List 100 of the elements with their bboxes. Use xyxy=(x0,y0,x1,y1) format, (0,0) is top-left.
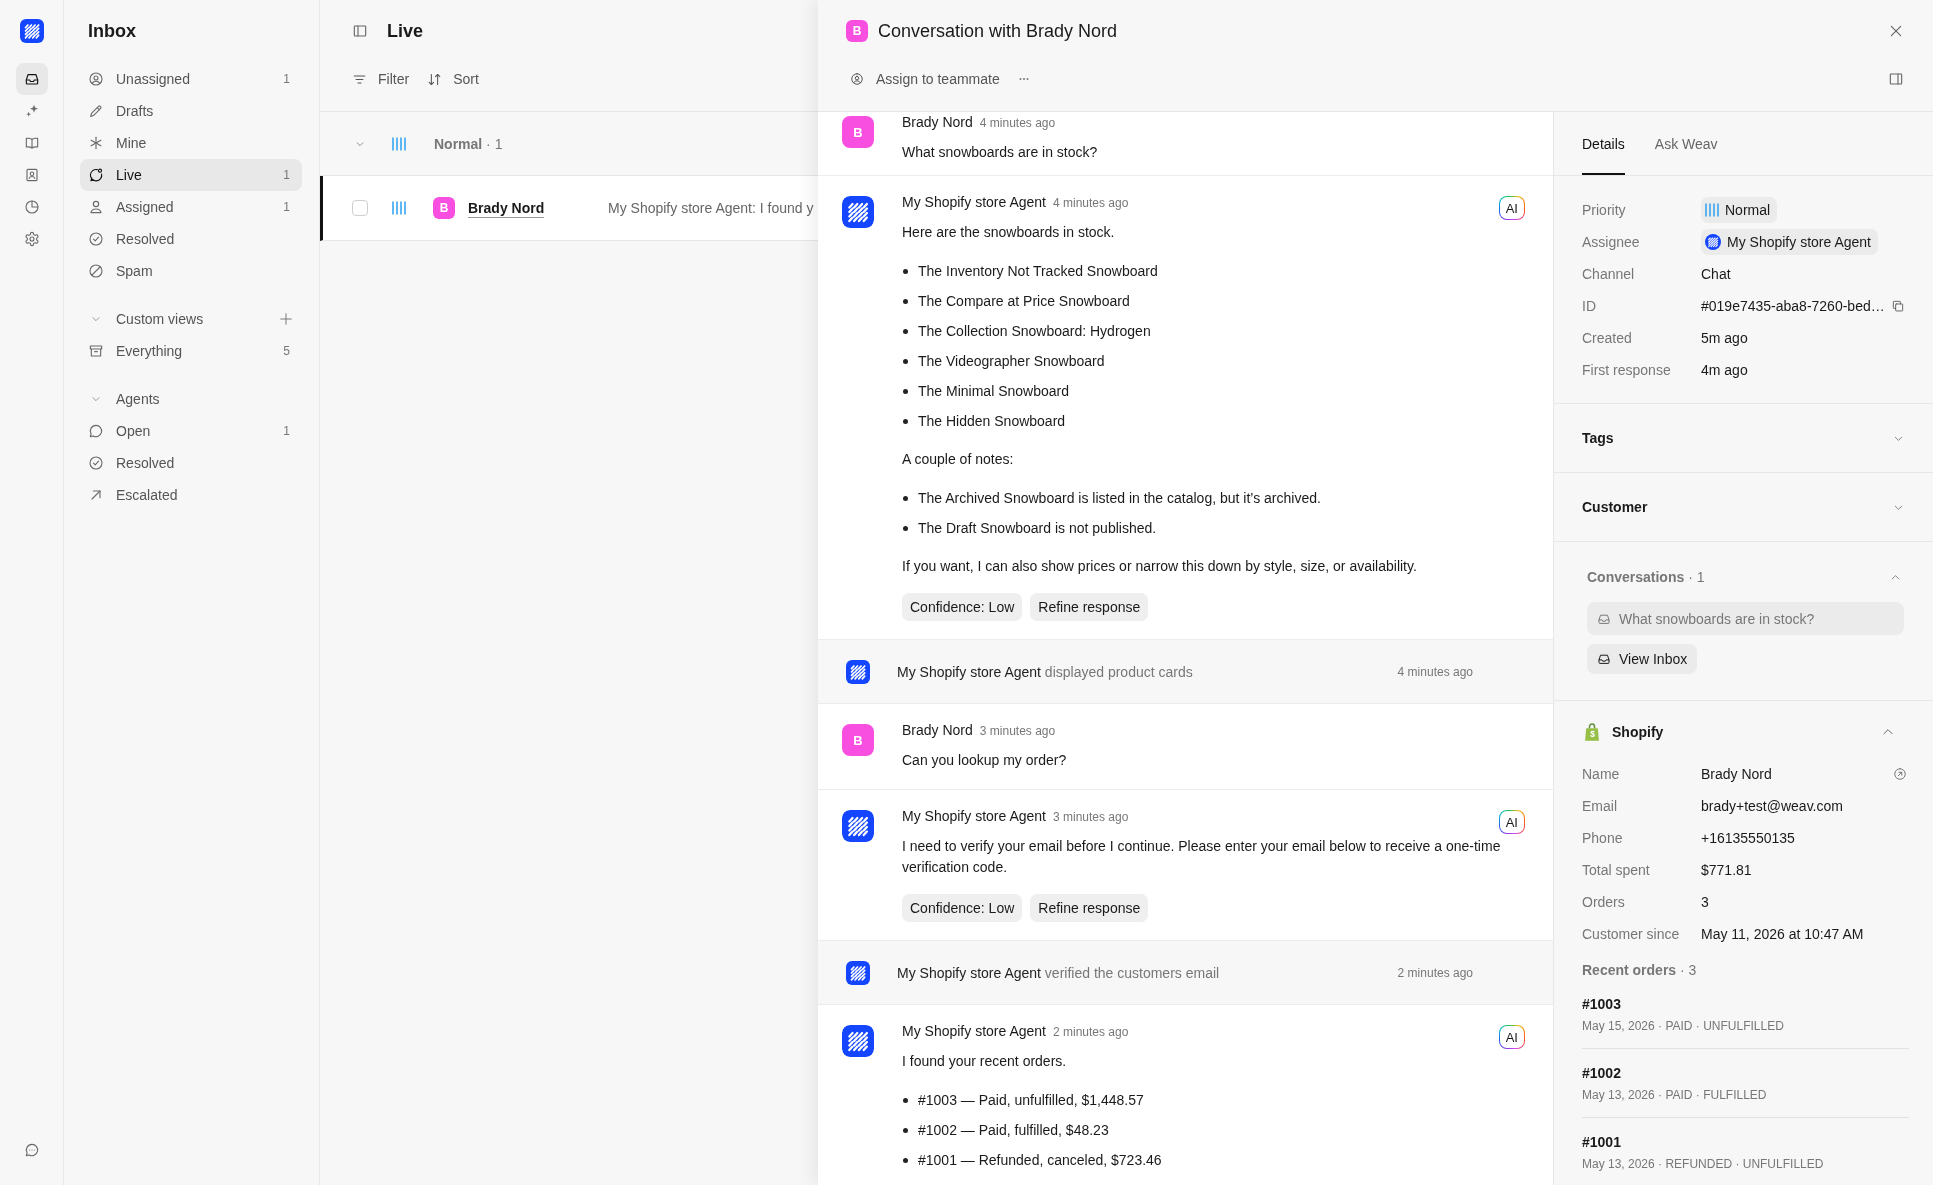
settings-icon xyxy=(23,231,40,247)
order-meta: May 13, 2026 · REFUNDED · UNFULFILLED xyxy=(1582,1156,1825,1172)
list-item-text: The Minimal Snowboard xyxy=(918,382,1069,401)
shopping-bag-icon xyxy=(1582,722,1602,742)
message-text: If you want, I can also show prices or narrow this down by style, size, or availability. xyxy=(902,557,1418,576)
field-label: Email xyxy=(1582,798,1618,814)
contact-name[interactable]: Brady Nord xyxy=(468,200,545,218)
chevron-down-icon xyxy=(91,394,101,404)
sidebar-item[interactable]: Assigned 1 xyxy=(80,191,302,223)
item-count: 1 xyxy=(283,168,290,182)
panel-toggle-button[interactable] xyxy=(1888,71,1904,87)
section-toggle[interactable]: Custom views xyxy=(80,303,279,335)
conversation-link[interactable]: What snowboards are in stock? xyxy=(1587,602,1904,635)
property-label: ID xyxy=(1582,298,1597,314)
sidebar-toggle-button[interactable] xyxy=(352,23,368,39)
property-label: Priority xyxy=(1582,202,1627,218)
sidebar-item[interactable]: Mine xyxy=(80,127,302,159)
item-count: 1 xyxy=(283,424,290,438)
priority-chip[interactable]: Normal xyxy=(1701,197,1778,223)
author-name: My Shopify store Agent xyxy=(902,807,1046,826)
field-label: Phone xyxy=(1582,830,1624,846)
order-number[interactable]: #1001 xyxy=(1582,1132,1909,1152)
assign-button[interactable]: Assign to teammate xyxy=(846,71,1000,87)
message-text: I found your recent orders. xyxy=(902,1052,1068,1071)
field-value: Brady Nord xyxy=(1701,766,1772,782)
section-header[interactable]: Customer xyxy=(1554,473,1933,542)
sidebar-item[interactable]: Resolved xyxy=(80,223,302,255)
ai-badge: AI xyxy=(1498,810,1525,834)
order-number[interactable]: #1003 xyxy=(1582,994,1909,1014)
section-header[interactable]: Shopify xyxy=(1582,719,1909,745)
bullet-icon xyxy=(903,1097,908,1103)
sidebar-item[interactable]: Live 1 xyxy=(80,159,302,191)
asterisk-icon xyxy=(88,135,104,151)
archive-icon xyxy=(88,343,104,359)
pencil-icon xyxy=(88,103,104,119)
item-count: 5 xyxy=(283,344,290,358)
sidebar-item[interactable]: Drafts xyxy=(80,95,302,127)
list-item-text: The Archived Snowboard is listed in the catalog, but it’s archived. xyxy=(918,489,1321,508)
user-avatar: B xyxy=(842,724,874,756)
tab[interactable]: Ask Weav xyxy=(1654,112,1718,175)
sidebar-item[interactable]: Escalated xyxy=(80,479,302,511)
field-value: $771.81 xyxy=(1701,862,1752,878)
list-item-text: #1003 — Paid, unfulfilled, $1,448.57 xyxy=(918,1091,1144,1110)
contact-card-icon xyxy=(23,167,40,183)
message-text: Can you lookup my order? xyxy=(902,751,1068,770)
list-item-text: The Inventory Not Tracked Snowboard xyxy=(918,262,1158,281)
view-title: Live xyxy=(387,20,424,42)
bullet-icon xyxy=(903,268,908,274)
plus-icon xyxy=(279,312,293,326)
agent-avatar-icon xyxy=(842,810,874,842)
message-time: 4 minutes ago xyxy=(979,115,1056,132)
sidebar-item[interactable]: Resolved xyxy=(80,447,302,479)
conversation-row[interactable]: B Brady Nord My Shopify store Agent: I found y xyxy=(320,176,818,241)
ban-icon xyxy=(88,263,104,279)
bullet-icon xyxy=(903,418,908,424)
copy-button[interactable] xyxy=(1891,299,1905,313)
refine-button[interactable]: Refine response xyxy=(1030,593,1149,621)
section-toggle[interactable]: Agents xyxy=(80,383,302,415)
property-label: First response xyxy=(1582,362,1672,378)
ai-badge: AI xyxy=(1498,196,1525,220)
sort-button[interactable]: Sort xyxy=(427,63,479,95)
sidebar-item[interactable]: Open 1 xyxy=(80,415,302,447)
confidence-tag: Confidence: Low xyxy=(902,894,1023,922)
property-label: Channel xyxy=(1582,266,1636,282)
sidebar-item[interactable]: Everything 5 xyxy=(80,335,302,367)
assignee-chip[interactable]: My Shopify store Agent xyxy=(1701,229,1878,255)
chat-bubble-icon xyxy=(23,1142,40,1158)
item-count: 1 xyxy=(283,200,290,214)
checkbox[interactable] xyxy=(352,200,368,216)
section-header[interactable]: Tags xyxy=(1554,404,1933,473)
property-value: #019e7435-aba8-7260-bed… xyxy=(1701,298,1885,314)
close-button[interactable] xyxy=(1888,23,1904,39)
pie-chart-icon xyxy=(23,199,40,215)
recent-orders-title: Recent orders · 3 xyxy=(1582,961,1698,980)
sidebar-item[interactable]: Spam xyxy=(80,255,302,287)
list-item-text: #1002 — Paid, fulfilled, $48.23 xyxy=(918,1121,1109,1140)
filter-button[interactable]: Filter xyxy=(352,63,410,95)
field-value: 3 xyxy=(1701,894,1709,910)
author-name: Brady Nord xyxy=(902,113,973,132)
field-label: Name xyxy=(1582,766,1621,782)
order-meta: May 13, 2026 · PAID · FULFILLED xyxy=(1582,1087,1768,1103)
list-item-text: The Compare at Price Snowboard xyxy=(918,292,1130,311)
list-item-text: The Draft Snowboard is not published. xyxy=(918,519,1157,538)
open-link-button[interactable] xyxy=(1893,767,1907,781)
activity-text: My Shopify store Agent displayed product cards xyxy=(897,663,1193,680)
nav-button[interactable] xyxy=(15,63,48,95)
message-text: A couple of notes: xyxy=(902,450,1015,469)
bullet-icon xyxy=(903,298,908,304)
property-label: Assignee xyxy=(1582,234,1641,250)
view-inbox-button[interactable]: View Inbox xyxy=(1587,644,1698,674)
field-value: +16135550135 xyxy=(1701,830,1795,846)
sidebar-item[interactable]: Unassigned 1 xyxy=(80,63,302,95)
message-text: I need to verify your email before I continue. Please enter your email below to receive a one-time verification code. xyxy=(902,837,1502,877)
message-time: 3 minutes ago xyxy=(979,723,1056,740)
author-name: Brady Nord xyxy=(902,721,973,740)
section-header[interactable]: Conversations · 1 xyxy=(1587,561,1904,593)
activity-time: 4 minutes ago xyxy=(1397,664,1473,679)
order-number[interactable]: #1002 xyxy=(1582,1063,1909,1083)
refine-button[interactable]: Refine response xyxy=(1030,894,1149,922)
tab[interactable]: Details xyxy=(1582,112,1625,175)
